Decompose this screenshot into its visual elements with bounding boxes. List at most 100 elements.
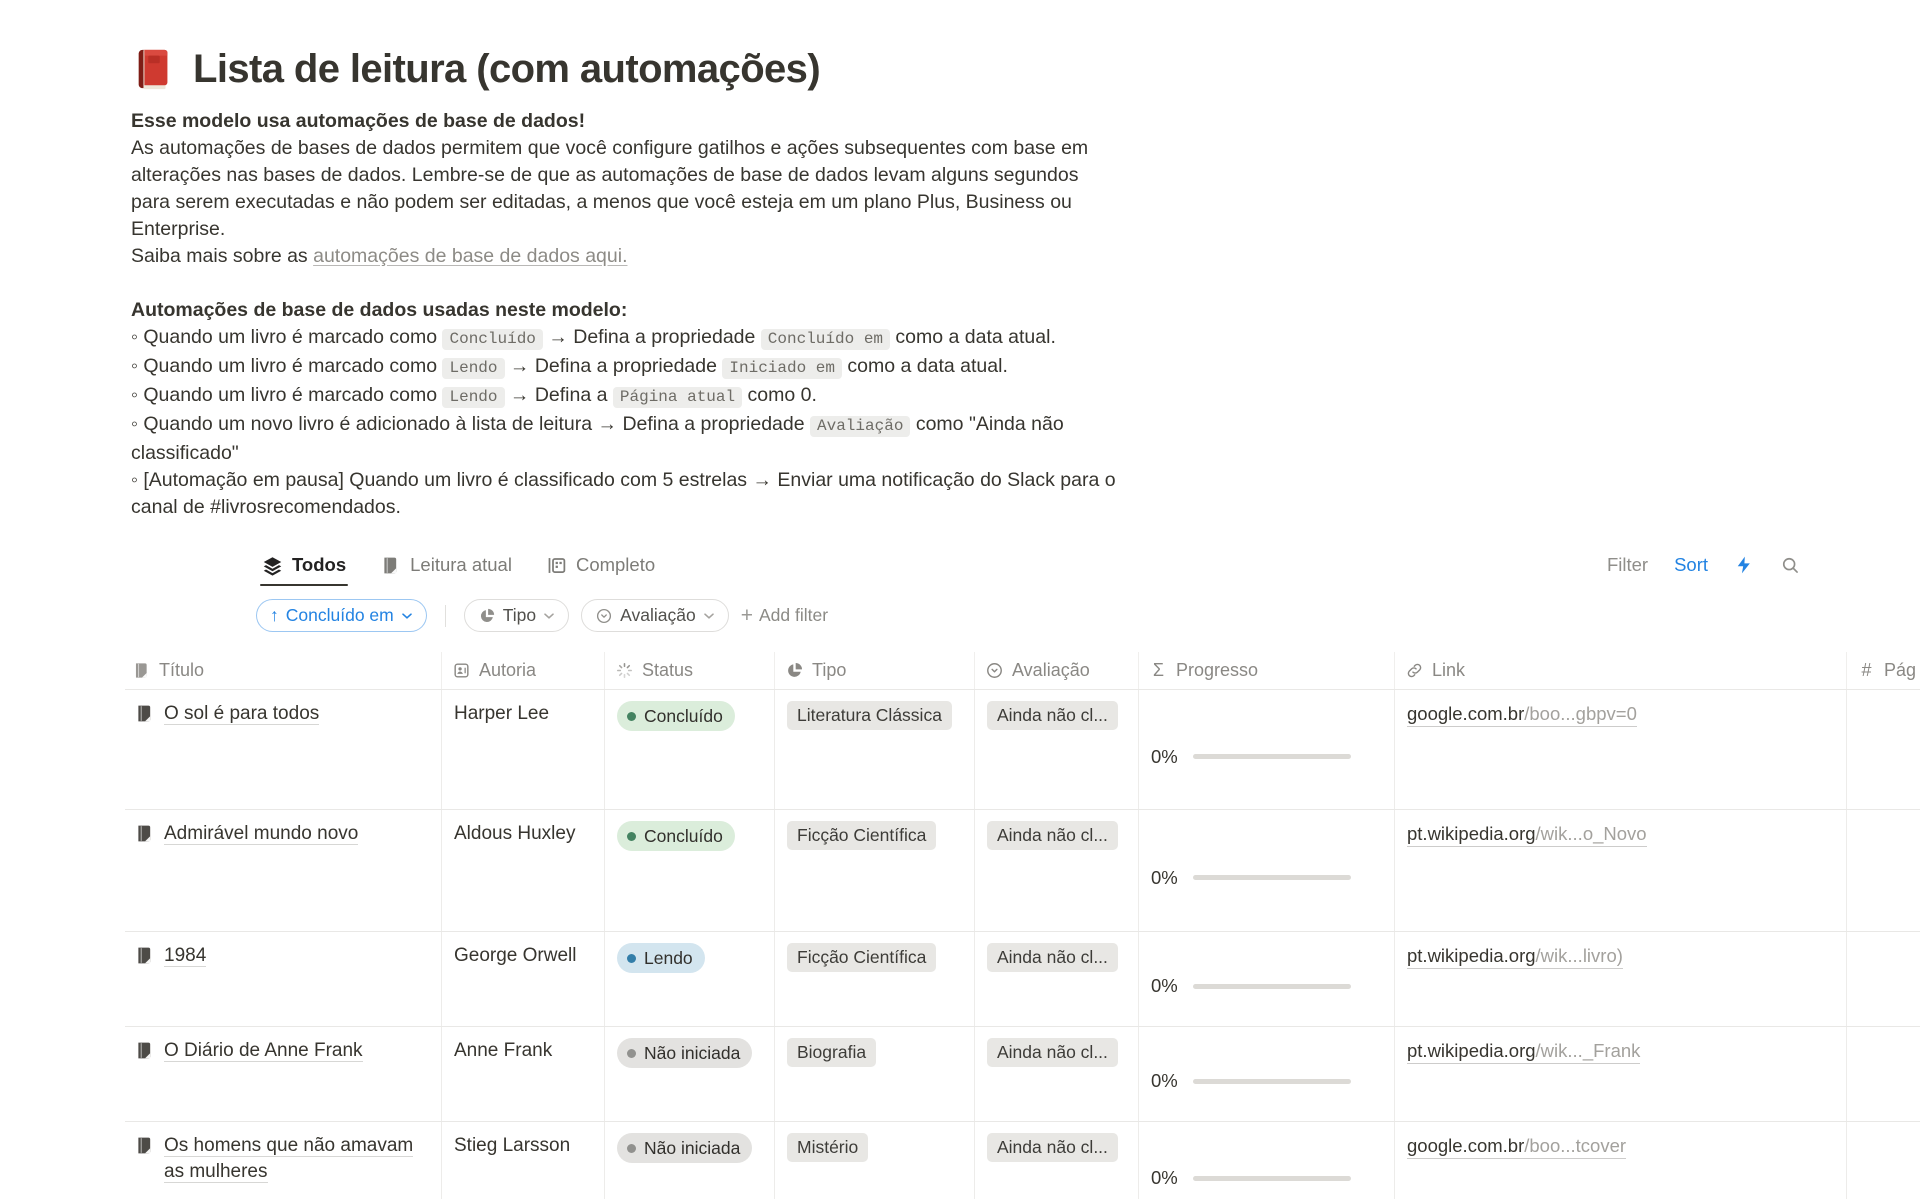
cell-pages[interactable] [1847, 932, 1920, 1026]
cell-progress[interactable]: 0% [1139, 1122, 1395, 1199]
tab-leitura-atual[interactable]: Leitura atual [380, 554, 512, 576]
cell-type[interactable]: Mistério [775, 1122, 975, 1199]
cell-rating[interactable]: Ainda não cl... [975, 1122, 1139, 1199]
rating-tag[interactable]: Ainda não cl... [987, 943, 1118, 972]
cell-progress[interactable]: 0% [1139, 690, 1395, 809]
cell-status[interactable]: Concluído [605, 690, 775, 809]
filter-chip-tipo[interactable]: Tipo [464, 599, 569, 632]
rating-tag[interactable]: Ainda não cl... [987, 821, 1118, 850]
add-filter-button[interactable]: + Add filter [741, 605, 828, 626]
cell-rating[interactable]: Ainda não cl... [975, 932, 1139, 1026]
status-pill[interactable]: Concluído [617, 701, 735, 731]
column-header-titulo[interactable]: Título [125, 652, 442, 689]
cell-type[interactable]: Literatura Clássica [775, 690, 975, 809]
cell-status[interactable]: Não iniciada [605, 1122, 775, 1199]
type-tag[interactable]: Mistério [787, 1133, 868, 1162]
column-header-progresso[interactable]: Σ Progresso [1139, 652, 1395, 689]
cell-type[interactable]: Ficção Científica [775, 932, 975, 1026]
status-pill[interactable]: Lendo [617, 943, 705, 973]
row-url-link[interactable]: google.com.br/boo...gbpv=0 [1407, 703, 1637, 727]
cell-author[interactable]: Anne Frank [442, 1027, 605, 1121]
cell-author[interactable]: George Orwell [442, 932, 605, 1026]
cell-rating[interactable]: Ainda não cl... [975, 690, 1139, 809]
cell-link[interactable]: google.com.br/boo...tcover [1395, 1122, 1847, 1199]
cell-title[interactable]: Os homens que não amavam as mulheres [125, 1122, 442, 1199]
column-header-avaliacao[interactable]: Avaliação [975, 652, 1139, 689]
filter-chip-label: Avaliação [620, 605, 696, 626]
book-icon [134, 945, 155, 966]
inline-code-chip: Avaliação [810, 416, 910, 437]
status-pill[interactable]: Concluído [617, 821, 735, 851]
column-header-autoria[interactable]: Autoria [442, 652, 605, 689]
row-url-link[interactable]: pt.wikipedia.org/wik...livro) [1407, 945, 1623, 969]
filter-button[interactable]: Filter [1607, 554, 1648, 576]
automation-item: Quando um novo livro é adicionado à list… [131, 411, 1116, 467]
cell-title[interactable]: O sol é para todos [125, 690, 442, 809]
column-header-tipo[interactable]: Tipo [775, 652, 975, 689]
cell-rating[interactable]: Ainda não cl... [975, 1027, 1139, 1121]
cell-progress[interactable]: 0% [1139, 810, 1395, 931]
cell-pages[interactable] [1847, 690, 1920, 809]
link-icon [1405, 661, 1424, 680]
sort-direction-arrow: ↑ [270, 605, 279, 626]
cell-link[interactable]: pt.wikipedia.org/wik...o_Novo [1395, 810, 1847, 931]
search-icon[interactable] [1780, 555, 1800, 575]
rating-tag[interactable]: Ainda não cl... [987, 701, 1118, 730]
progress-value: 0% [1151, 1070, 1178, 1092]
cell-author[interactable]: Aldous Huxley [442, 810, 605, 931]
pie-icon [785, 661, 804, 680]
view-toolbar: Todos Leitura atual [262, 543, 1800, 587]
tab-completo[interactable]: Completo [546, 554, 655, 576]
row-url-link[interactable]: pt.wikipedia.org/wik...o_Novo [1407, 823, 1647, 847]
cell-rating[interactable]: Ainda não cl... [975, 810, 1139, 931]
cell-type[interactable]: Biografia [775, 1027, 975, 1121]
type-tag[interactable]: Literatura Clássica [787, 701, 952, 730]
cell-title[interactable]: Admirável mundo novo [125, 810, 442, 931]
cell-title[interactable]: 1984 [125, 932, 442, 1026]
type-tag[interactable]: Ficção Científica [787, 821, 936, 850]
column-header-status[interactable]: Status [605, 652, 775, 689]
rating-tag[interactable]: Ainda não cl... [987, 1038, 1118, 1067]
cell-pages[interactable] [1847, 810, 1920, 931]
rating-tag[interactable]: Ainda não cl... [987, 1133, 1118, 1162]
type-tag[interactable]: Biografia [787, 1038, 876, 1067]
row-url-link[interactable]: pt.wikipedia.org/wik..._Frank [1407, 1040, 1640, 1064]
status-pill[interactable]: Não iniciada [617, 1133, 752, 1163]
cell-link[interactable]: pt.wikipedia.org/wik...livro) [1395, 932, 1847, 1026]
automations-list: Quando um livro é marcado como Concluído… [131, 324, 1116, 521]
cell-title[interactable]: O Diário de Anne Frank [125, 1027, 442, 1121]
layers-icon [262, 555, 283, 576]
cell-status[interactable]: Lendo [605, 932, 775, 1026]
row-title-link[interactable]: O Diário de Anne Frank [164, 1040, 363, 1062]
type-tag[interactable]: Ficção Científica [787, 943, 936, 972]
row-title-link[interactable]: 1984 [164, 945, 206, 967]
cell-author[interactable]: Stieg Larsson [442, 1122, 605, 1199]
cell-progress[interactable]: 0% [1139, 1027, 1395, 1121]
cell-link[interactable]: google.com.br/boo...gbpv=0 [1395, 690, 1847, 809]
sort-button[interactable]: Sort [1674, 554, 1708, 576]
column-header-pag[interactable]: # Pág [1847, 652, 1920, 689]
row-title-link[interactable]: Admirável mundo novo [164, 823, 358, 845]
lightning-icon[interactable] [1734, 555, 1754, 575]
cell-status[interactable]: Não iniciada [605, 1027, 775, 1121]
progress-bar [1193, 984, 1351, 989]
cell-progress[interactable]: 0% [1139, 932, 1395, 1026]
row-url-link[interactable]: google.com.br/boo...tcover [1407, 1135, 1626, 1159]
cell-link[interactable]: pt.wikipedia.org/wik..._Frank [1395, 1027, 1847, 1121]
progress-value: 0% [1151, 1167, 1178, 1189]
cell-type[interactable]: Ficção Científica [775, 810, 975, 931]
cell-pages[interactable] [1847, 1027, 1920, 1121]
progress-bar [1193, 754, 1351, 759]
column-header-link[interactable]: Link [1395, 652, 1847, 689]
cell-author[interactable]: Harper Lee [442, 690, 605, 809]
cell-pages[interactable] [1847, 1122, 1920, 1199]
automations-docs-link[interactable]: automações de base de dados aqui. [313, 245, 627, 267]
row-title-link[interactable]: O sol é para todos [164, 703, 319, 725]
cell-status[interactable]: Concluído [605, 810, 775, 931]
progress-bar [1193, 1176, 1351, 1181]
sort-chip-concluido-em[interactable]: ↑ Concluído em [256, 599, 427, 632]
tab-todos[interactable]: Todos [262, 554, 346, 576]
status-pill[interactable]: Não iniciada [617, 1038, 752, 1068]
row-title-link[interactable]: Os homens que não amavam as mulheres [164, 1135, 413, 1183]
filter-chip-avaliacao[interactable]: Avaliação [581, 599, 729, 632]
